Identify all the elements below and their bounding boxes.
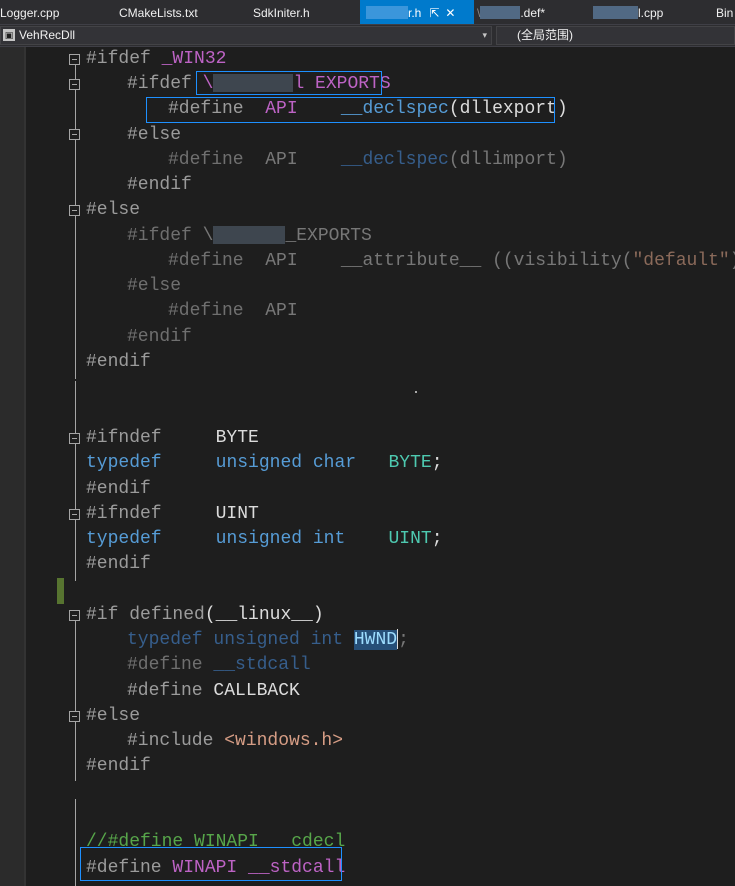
navigation-bar: ▣ VehRecDll ▾ (全局范围) xyxy=(0,25,735,47)
tab-label: SdkIniter.h xyxy=(253,6,310,20)
tab-cmakelists[interactable]: CMakeLists.txt xyxy=(119,0,198,24)
code-line: #ifndef UINT xyxy=(86,504,259,524)
annotation-box xyxy=(146,97,555,123)
tab-label: CMakeLists.txt xyxy=(119,6,198,20)
redacted-text xyxy=(366,6,408,19)
code-line: #else xyxy=(127,276,182,296)
code-line: #endif xyxy=(86,352,151,372)
tab-active-header[interactable]: r.h ⇱ ✕ xyxy=(360,0,474,24)
tab-sdkiniter-h[interactable]: SdkIniter.h xyxy=(253,0,310,24)
collapse-icon[interactable] xyxy=(69,205,80,216)
stray-dot xyxy=(415,391,417,393)
tab-cpp-file[interactable]: l.cpp xyxy=(593,0,663,24)
tab-label: Logger.cpp xyxy=(0,6,60,20)
outline-guide xyxy=(75,381,76,581)
code-line: typedef unsigned int UINT; xyxy=(86,529,443,549)
code-line: typedef unsigned int HWND; xyxy=(127,629,409,650)
code-line: #define __stdcall xyxy=(127,655,311,675)
project-dropdown[interactable]: ▣ VehRecDll ▾ xyxy=(0,26,492,45)
tab-label: r.h xyxy=(408,6,422,20)
annotation-box xyxy=(80,847,342,881)
scope-label: (全局范围) xyxy=(517,28,573,42)
redacted-text xyxy=(480,6,521,19)
collapse-icon[interactable] xyxy=(69,54,80,65)
indicator-margin xyxy=(0,47,24,886)
collapse-icon[interactable] xyxy=(69,129,80,140)
code-line: #else xyxy=(86,200,141,220)
code-line: #define API __attribute__ ((visibility("… xyxy=(168,251,735,271)
code-line: #ifdef _WIN32 xyxy=(86,49,227,69)
project-name: VehRecDll xyxy=(19,28,76,42)
outline-guide xyxy=(75,621,76,781)
change-tracking-mark xyxy=(57,578,64,604)
collapse-icon[interactable] xyxy=(69,433,80,444)
code-line: #if defined(__linux__) xyxy=(86,605,324,625)
margin-divider xyxy=(24,47,26,886)
code-line: #ifdef \ _EXPORTS xyxy=(127,226,372,246)
pin-icon[interactable]: ⇱ xyxy=(429,6,439,20)
code-line: #endif xyxy=(86,479,151,499)
collapse-icon[interactable] xyxy=(69,509,80,520)
redacted-text xyxy=(213,226,286,245)
tab-def-file[interactable]: \ .def* xyxy=(477,0,545,24)
code-line: typedef unsigned char BYTE; xyxy=(86,453,443,473)
code-line: #endif xyxy=(86,554,151,574)
code-line: #endif xyxy=(127,175,192,195)
code-line: #else xyxy=(86,706,141,726)
annotation-box xyxy=(196,71,382,95)
code-line: #define API xyxy=(168,301,298,321)
code-line: #define API __declspec(dllimport) xyxy=(168,150,568,170)
tab-label: Bin xyxy=(716,6,734,20)
close-icon[interactable]: ✕ xyxy=(445,6,455,20)
document-tab-bar: Logger.cpp CMakeLists.txt SdkIniter.h r.… xyxy=(0,0,735,25)
code-line: #else xyxy=(127,125,182,145)
chevron-down-icon: ▾ xyxy=(482,30,487,40)
code-line: #include <windows.h> xyxy=(127,731,344,751)
project-icon: ▣ xyxy=(3,29,15,41)
code-editor[interactable]: #ifdef _WIN32 #ifdef \ l EXPORTS #define … xyxy=(0,47,735,886)
outline-guide xyxy=(75,65,76,379)
code-line: #endif xyxy=(127,327,192,347)
code-line: #endif xyxy=(86,756,151,776)
tab-label: .def* xyxy=(520,6,546,20)
code-line: #define CALLBACK xyxy=(127,681,300,701)
tab-bin[interactable]: Bin xyxy=(716,0,733,24)
tab-label: l.cpp xyxy=(638,6,664,20)
collapse-icon[interactable] xyxy=(69,711,80,722)
tab-logger-cpp[interactable]: Logger.cpp xyxy=(0,0,59,24)
redacted-text xyxy=(593,6,638,19)
scope-dropdown[interactable]: (全局范围) xyxy=(496,26,735,45)
selected-identifier[interactable]: HWND xyxy=(353,630,398,650)
outline-guide xyxy=(75,799,76,886)
collapse-icon[interactable] xyxy=(69,610,80,621)
code-line: #ifndef BYTE xyxy=(86,428,259,448)
collapse-icon[interactable] xyxy=(69,79,80,90)
